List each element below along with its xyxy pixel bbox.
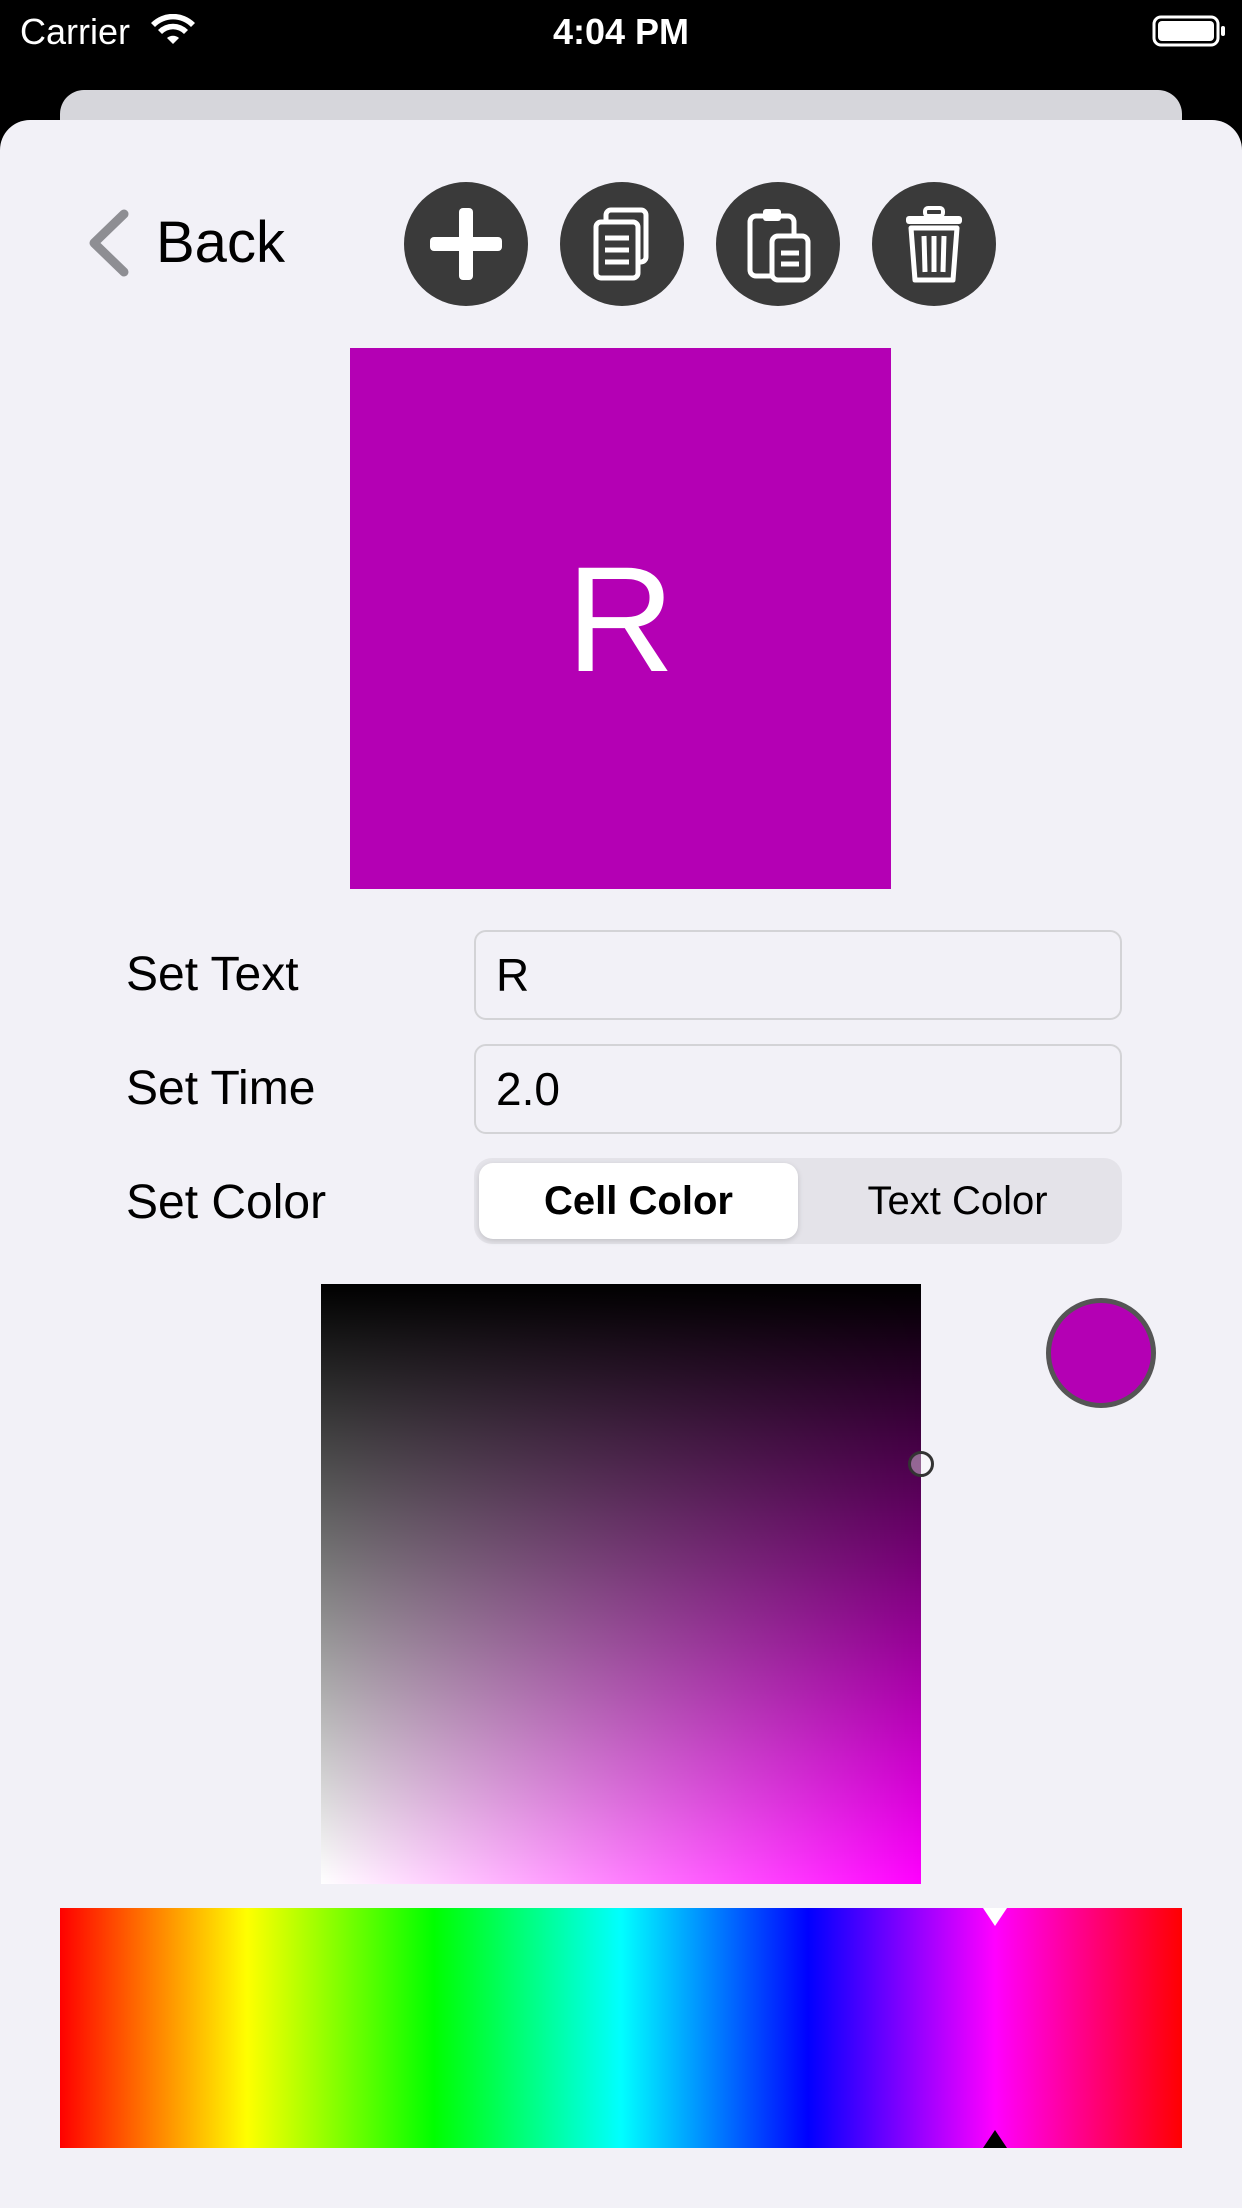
copy-button[interactable] <box>560 182 684 306</box>
cell-color-segment[interactable]: Cell Color <box>479 1163 798 1239</box>
editor-sheet: Back R Set Text R Set Time 2.0 Set Color… <box>0 120 1242 2208</box>
back-button[interactable]: Back <box>84 208 285 278</box>
paste-button[interactable] <box>716 182 840 306</box>
sv-brightness-layer <box>321 1284 921 1884</box>
text-color-segment[interactable]: Text Color <box>798 1163 1117 1239</box>
status-time: 4:04 PM <box>552 11 690 52</box>
saturation-brightness-picker[interactable] <box>321 1284 934 1884</box>
cell-preview: R <box>350 348 891 889</box>
copy-icon <box>593 207 649 281</box>
set-text-input[interactable] <box>474 930 1122 1020</box>
set-time-input[interactable] <box>474 1044 1122 1134</box>
hue-marker-bottom-icon[interactable] <box>983 2130 1007 2148</box>
set-text-label: Set Text <box>126 948 299 1001</box>
plus-icon <box>430 208 502 280</box>
set-time-row: Set Time <box>126 1044 1122 1134</box>
sv-picker-handle[interactable] <box>908 1451 934 1477</box>
set-text-row: Set Text <box>126 930 1122 1020</box>
back-label: Back <box>156 210 285 275</box>
chevron-left-icon <box>89 209 129 277</box>
battery-icon <box>1152 15 1225 47</box>
hue-slider[interactable] <box>60 1908 1182 2148</box>
set-time-label: Set Time <box>126 1062 316 1115</box>
paste-icon <box>747 209 811 283</box>
status-bar: Carrier 4:04 PM <box>0 0 1242 62</box>
set-color-row: Set Color Cell Color Text Color <box>126 1158 1122 1248</box>
selected-color-swatch <box>1046 1298 1156 1408</box>
trash-icon <box>906 206 962 283</box>
set-color-label: Set Color <box>126 1176 327 1229</box>
hue-marker-top-icon[interactable] <box>983 1908 1007 1926</box>
delete-button[interactable] <box>872 182 996 306</box>
add-button[interactable] <box>404 182 528 306</box>
cell-preview-text: R <box>566 534 675 703</box>
color-target-segmented-control: Cell Color Text Color <box>474 1158 1122 1244</box>
